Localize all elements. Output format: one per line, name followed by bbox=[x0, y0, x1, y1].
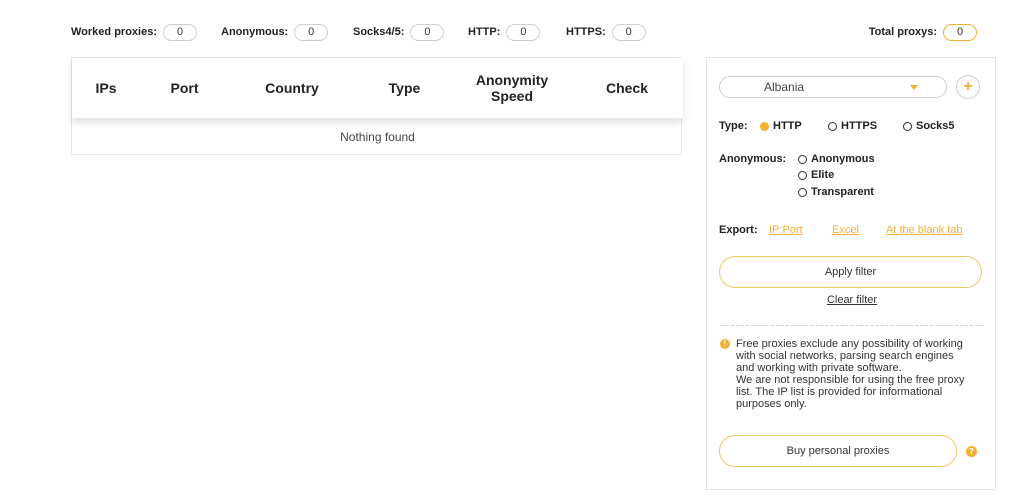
clear-filter-link[interactable]: Clear filter bbox=[707, 294, 997, 306]
radio-icon bbox=[828, 121, 837, 131]
warning-icon: ! bbox=[720, 339, 730, 349]
add-country-button[interactable]: + bbox=[956, 75, 980, 99]
export-ip-port-link[interactable]: IP:Port bbox=[769, 224, 803, 236]
column-port[interactable]: Port bbox=[162, 80, 207, 96]
stat-anonymous-label: Anonymous: bbox=[221, 26, 289, 38]
help-icon[interactable]: ? bbox=[966, 446, 977, 457]
anonymous-option-transparent[interactable]: Transparent bbox=[798, 186, 874, 198]
stat-http-count: 0 bbox=[506, 23, 541, 41]
empty-table-message: Nothing found bbox=[340, 130, 415, 144]
radio-icon bbox=[798, 170, 807, 180]
type-label: Type: bbox=[719, 120, 748, 132]
stat-socks-label: Socks4/5: bbox=[353, 26, 405, 38]
type-option-https-label: HTTPS bbox=[841, 120, 878, 132]
stat-https-label: HTTPS: bbox=[566, 26, 606, 38]
anonymous-option-anonymous-label: Anonymous bbox=[811, 153, 875, 165]
stat-http-label: HTTP: bbox=[468, 26, 501, 38]
anonymous-option-transparent-label: Transparent bbox=[811, 186, 874, 198]
chevron-down-icon bbox=[910, 85, 918, 90]
anonymous-option-anonymous[interactable]: Anonymous bbox=[798, 153, 875, 165]
proxy-stats-bar: Worked proxies: 0 Anonymous: 0 Socks4/5:… bbox=[71, 22, 977, 42]
radio-icon bbox=[903, 121, 912, 131]
notice-line: with social networks, parsing search eng… bbox=[736, 350, 954, 362]
notice-line: Free proxies exclude any possibility of … bbox=[736, 338, 963, 350]
stat-anonymous: Anonymous: 0 bbox=[221, 22, 329, 42]
notice-line: and working with private software. bbox=[736, 362, 902, 374]
plus-icon: + bbox=[963, 78, 973, 95]
stat-worked-proxies: Worked proxies: 0 bbox=[71, 22, 197, 42]
column-speed-label: Speed bbox=[490, 88, 533, 104]
stat-socks: Socks4/5: 0 bbox=[353, 22, 445, 42]
type-option-http-label: HTTP bbox=[773, 120, 802, 132]
column-anonymity-label: Anonymity bbox=[475, 72, 549, 88]
stat-total-label: Total proxys: bbox=[868, 26, 937, 38]
radio-icon bbox=[798, 187, 807, 197]
column-country[interactable]: Country bbox=[252, 80, 332, 96]
stat-worked-label: Worked proxies: bbox=[71, 26, 157, 38]
stat-http: HTTP: 0 bbox=[468, 22, 541, 42]
proxy-table-header: IPs Port Country Type Anonymity Speed Ch… bbox=[72, 58, 683, 118]
stat-socks-count: 0 bbox=[410, 23, 445, 41]
notice-line: list. The IP list is provided for inform… bbox=[736, 386, 943, 398]
type-option-http[interactable]: HTTP bbox=[760, 120, 802, 132]
column-check[interactable]: Check bbox=[597, 80, 657, 96]
stat-https: HTTPS: 0 bbox=[566, 22, 646, 42]
stat-worked-count: 0 bbox=[163, 23, 197, 41]
type-option-socks5-label: Socks5 bbox=[916, 120, 955, 132]
free-proxy-notice: Free proxies exclude any possibility of … bbox=[736, 338, 991, 410]
column-type[interactable]: Type bbox=[377, 80, 432, 96]
country-select[interactable]: Albania bbox=[719, 76, 947, 98]
anonymous-label: Anonymous: bbox=[719, 153, 787, 165]
type-option-https[interactable]: HTTPS bbox=[828, 120, 877, 132]
buy-personal-proxies-button[interactable]: Buy personal proxies bbox=[719, 435, 957, 467]
notice-line: purposes only. bbox=[736, 398, 807, 410]
radio-selected-icon bbox=[760, 121, 769, 131]
country-select-value: Albania bbox=[764, 80, 805, 94]
divider bbox=[721, 325, 983, 326]
radio-icon bbox=[798, 154, 807, 164]
anonymous-option-elite-label: Elite bbox=[811, 169, 835, 181]
stat-total-count: 0 bbox=[943, 23, 977, 41]
stat-https-count: 0 bbox=[611, 23, 646, 41]
column-ips[interactable]: IPs bbox=[86, 80, 126, 96]
proxy-table: IPs Port Country Type Anonymity Speed Ch… bbox=[71, 57, 683, 155]
apply-filter-button[interactable]: Apply filter bbox=[719, 256, 982, 288]
export-label: Export: bbox=[719, 224, 758, 236]
stat-anonymous-count: 0 bbox=[294, 23, 329, 41]
notice-line: We are not responsible for using the fre… bbox=[736, 374, 965, 386]
export-excel-link[interactable]: Excel bbox=[832, 224, 859, 236]
filter-panel: Albania + Type: HTTP HTTPS Socks5 Anonym… bbox=[706, 57, 996, 490]
column-anonymity-speed[interactable]: Anonymity Speed bbox=[467, 72, 557, 104]
export-blank-tab-link[interactable]: At the blank tab bbox=[886, 224, 962, 236]
type-option-socks5[interactable]: Socks5 bbox=[903, 120, 955, 132]
anonymous-option-elite[interactable]: Elite bbox=[798, 169, 834, 181]
stat-total-proxies: Total proxys: 0 bbox=[869, 22, 977, 42]
